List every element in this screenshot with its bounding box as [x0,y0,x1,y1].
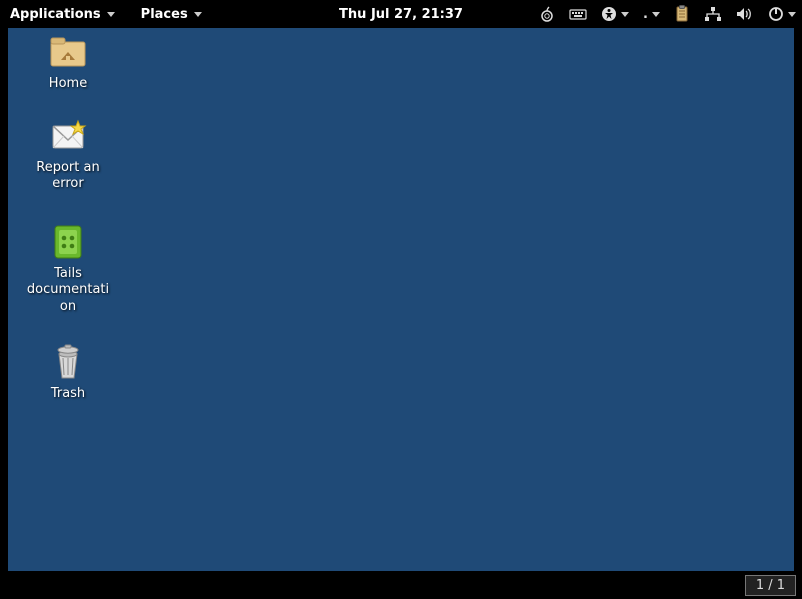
applications-menu[interactable]: Applications [6,7,119,22]
desktop-icon-label: Trash [51,386,85,402]
network-icon[interactable] [704,4,722,24]
trash-icon [47,340,89,382]
desktop[interactable]: Home Report an error Tails documentation… [8,28,794,571]
desktop-icon-report-error[interactable]: Report an error [20,114,116,193]
places-menu-label: Places [141,7,188,22]
top-panel-left: Applications Places [6,7,206,22]
places-menu[interactable]: Places [137,7,206,22]
power-icon[interactable] [768,4,796,24]
folder-home-icon [47,30,89,72]
chevron-down-icon [652,12,660,17]
desktop-icon-trash[interactable]: Trash [20,340,116,402]
desktop-icon-tails-docs[interactable]: Tails documentation [20,220,116,315]
desktop-icon-label: Report an error [24,160,112,193]
help-book-icon [47,220,89,262]
desktop-icon-label: Home [49,76,87,92]
applications-menu-label: Applications [10,7,101,22]
desktop-icon-home[interactable]: Home [20,30,116,92]
language-indicator[interactable]: . [643,4,660,24]
language-indicator-label: . [643,7,648,22]
workspace-switcher[interactable]: 1 / 1 [745,575,796,596]
clock-label: Thu Jul 27, 21:37 [339,7,463,22]
mail-star-icon [47,114,89,156]
top-panel-right: . [539,4,796,24]
bottom-panel: 1 / 1 [0,571,802,599]
chevron-down-icon [621,12,629,17]
chevron-down-icon [788,12,796,17]
volume-icon[interactable] [736,4,754,24]
accessibility-icon[interactable] [601,4,629,24]
chevron-down-icon [194,12,202,17]
clipboard-icon[interactable] [674,4,690,24]
keyboard-icon[interactable] [569,4,587,24]
chevron-down-icon [107,12,115,17]
clock[interactable]: Thu Jul 27, 21:37 [339,7,463,22]
workspace-label: 1 / 1 [756,578,785,593]
tor-onion-icon[interactable] [539,4,555,24]
desktop-icon-label: Tails documentation [24,266,112,315]
top-panel: Applications Places Thu Jul 27, 21:37 . [0,0,802,28]
